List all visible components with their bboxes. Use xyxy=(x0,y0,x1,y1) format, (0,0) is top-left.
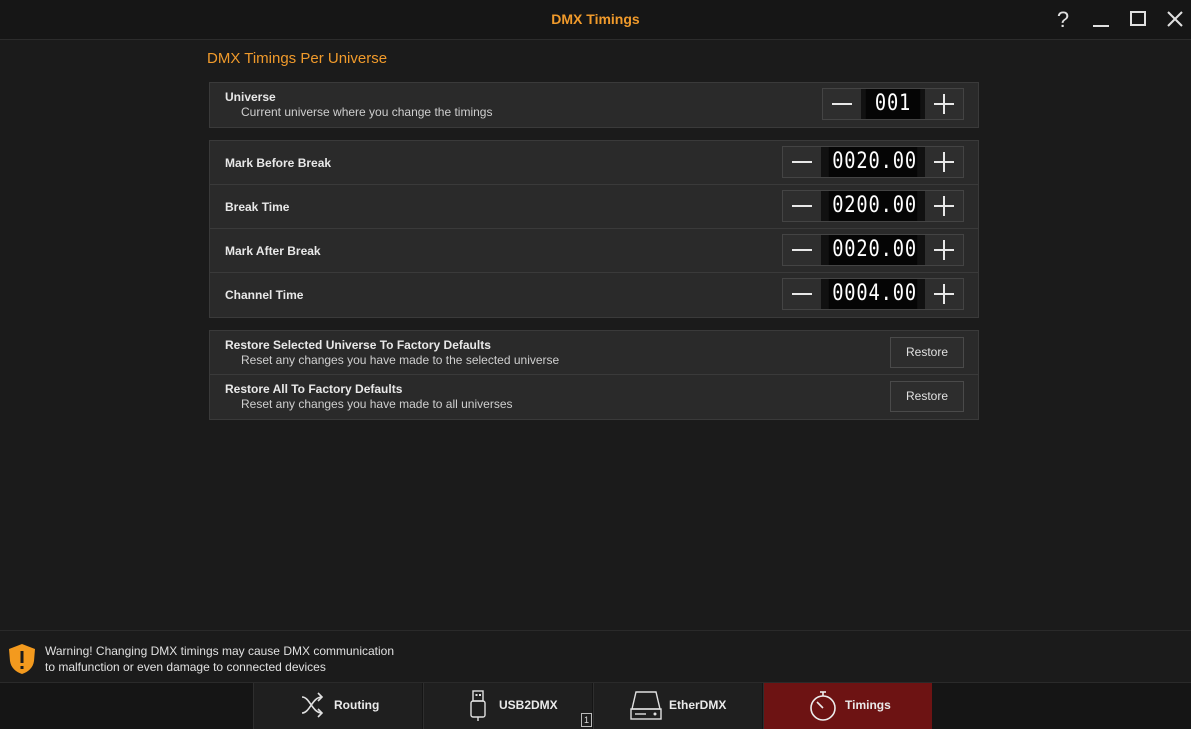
timing-label: Channel Time xyxy=(225,288,304,302)
restore-all-description: Reset any changes you have made to all u… xyxy=(241,397,513,411)
routing-icon xyxy=(301,692,324,718)
minus-icon xyxy=(792,205,812,207)
universe-label: Universe xyxy=(225,90,276,104)
close-icon xyxy=(1167,11,1183,27)
plus-icon xyxy=(934,240,954,260)
timing-stepper: 0004.00 xyxy=(782,278,964,310)
universe-description: Current universe where you change the ti… xyxy=(241,105,493,119)
close-button[interactable] xyxy=(1160,4,1190,34)
timing-row-channel-time: Channel Time 0004.00 xyxy=(210,273,978,317)
timing-stepper: 0020.00 xyxy=(782,234,964,266)
timing-row-mark-before-break: Mark Before Break 0020.00 xyxy=(210,141,978,185)
tab-label: Timings xyxy=(845,698,891,712)
minus-icon xyxy=(832,103,852,105)
universe-panel: Universe Current universe where you chan… xyxy=(209,82,979,128)
warning-line-2: to malfunction or even damage to connect… xyxy=(45,660,326,674)
section-title: DMX Timings Per Universe xyxy=(207,50,388,67)
restore-selected-button[interactable]: Restore xyxy=(890,337,964,368)
plus-icon xyxy=(934,152,954,172)
window-title: DMX Timings xyxy=(551,11,640,27)
maximize-icon xyxy=(1130,11,1146,26)
minimize-button[interactable] xyxy=(1086,4,1116,34)
tab-etherdmx[interactable]: EtherDMX xyxy=(593,683,762,729)
minus-icon xyxy=(792,293,812,295)
restore-all-button[interactable]: Restore xyxy=(890,381,964,412)
plus-icon xyxy=(934,94,954,114)
decrement-button[interactable] xyxy=(783,235,821,265)
svg-text:?: ? xyxy=(1057,7,1069,32)
timing-label: Break Time xyxy=(225,200,290,214)
warning-shield-icon xyxy=(9,644,35,674)
tab-label: USB2DMX xyxy=(499,698,558,712)
help-icon: ? xyxy=(1057,7,1069,32)
universe-value-display[interactable]: 001 xyxy=(865,89,921,119)
restore-all-title: Restore All To Factory Defaults xyxy=(225,382,403,396)
restore-selected-title: Restore Selected Universe To Factory Def… xyxy=(225,338,491,352)
tab-routing[interactable]: Routing xyxy=(253,683,422,729)
universe-stepper: 001 xyxy=(822,88,964,120)
tab-usb2dmx[interactable]: USB2DMX 1 xyxy=(423,683,592,729)
tab-label: EtherDMX xyxy=(669,698,727,712)
bottom-tab-bar: Routing USB2DMX 1 EtherDMX Timings xyxy=(0,682,1191,729)
timing-row-mark-after-break: Mark After Break 0020.00 xyxy=(210,229,978,273)
universe-increment-button[interactable] xyxy=(925,89,963,119)
timing-value-display[interactable]: 0004.00 xyxy=(828,279,918,309)
restore-selected-row: Restore Selected Universe To Factory Def… xyxy=(210,331,978,375)
warning-text: Warning! Changing DMX timings may cause … xyxy=(45,643,394,675)
restore-selected-description: Reset any changes you have made to the s… xyxy=(241,353,560,367)
plus-icon xyxy=(934,196,954,216)
minus-icon xyxy=(792,249,812,251)
warning-line-1: Warning! Changing DMX timings may cause … xyxy=(45,644,395,658)
minus-icon xyxy=(792,161,812,163)
plus-icon xyxy=(934,284,954,304)
universe-row: Universe Current universe where you chan… xyxy=(210,83,978,127)
increment-button[interactable] xyxy=(925,235,963,265)
decrement-button[interactable] xyxy=(783,279,821,309)
minimize-icon xyxy=(1093,25,1109,27)
decrement-button[interactable] xyxy=(783,147,821,177)
help-button[interactable]: ? xyxy=(1048,4,1078,34)
timing-value-display[interactable]: 0020.00 xyxy=(828,235,918,265)
stopwatch-icon xyxy=(810,691,836,721)
increment-button[interactable] xyxy=(925,147,963,177)
maximize-button[interactable] xyxy=(1123,4,1153,34)
title-bar: DMX Timings ? xyxy=(0,0,1191,40)
timing-stepper: 0200.00 xyxy=(782,190,964,222)
device-count-badge: 1 xyxy=(581,713,592,727)
timing-value-display[interactable]: 0020.00 xyxy=(828,147,918,177)
increment-button[interactable] xyxy=(925,191,963,221)
warning-bar: Warning! Changing DMX timings may cause … xyxy=(0,630,1191,683)
timing-row-break-time: Break Time 0200.00 xyxy=(210,185,978,229)
timing-value-display[interactable]: 0200.00 xyxy=(828,191,918,221)
timings-panel: Mark Before Break 0020.00 Break Time 020… xyxy=(209,140,979,318)
universe-decrement-button[interactable] xyxy=(823,89,861,119)
restore-panel: Restore Selected Universe To Factory Def… xyxy=(209,330,979,420)
increment-button[interactable] xyxy=(925,279,963,309)
tab-timings[interactable]: Timings xyxy=(763,683,932,729)
timing-label: Mark After Break xyxy=(225,244,321,258)
timing-label: Mark Before Break xyxy=(225,156,332,170)
decrement-button[interactable] xyxy=(783,191,821,221)
restore-all-row: Restore All To Factory Defaults Reset an… xyxy=(210,375,978,419)
timing-stepper: 0020.00 xyxy=(782,146,964,178)
usb-icon xyxy=(470,690,486,721)
ethernet-device-icon xyxy=(630,691,662,720)
tab-label: Routing xyxy=(334,698,380,712)
